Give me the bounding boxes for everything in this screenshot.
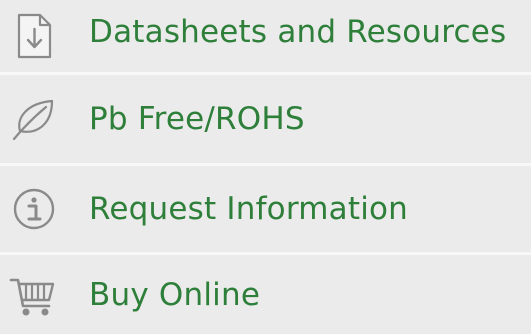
leaf-icon <box>0 89 68 149</box>
menu-item-label: Buy Online <box>89 277 261 313</box>
resource-menu: Datasheets and Resources Pb Free/ROHS Re… <box>0 0 531 334</box>
info-icon <box>0 179 68 239</box>
menu-item-request-information[interactable]: Request Information <box>0 166 531 252</box>
menu-item-buy-online[interactable]: Buy Online <box>0 255 531 334</box>
menu-item-datasheets[interactable]: Datasheets and Resources <box>0 0 531 72</box>
document-download-icon <box>0 6 68 66</box>
shopping-cart-icon <box>0 265 68 325</box>
menu-item-label: Pb Free/ROHS <box>89 101 305 137</box>
menu-item-pb-free-rohs[interactable]: Pb Free/ROHS <box>0 75 531 163</box>
menu-item-label: Request Information <box>89 191 409 227</box>
menu-item-label: Datasheets and Resources <box>89 14 507 50</box>
